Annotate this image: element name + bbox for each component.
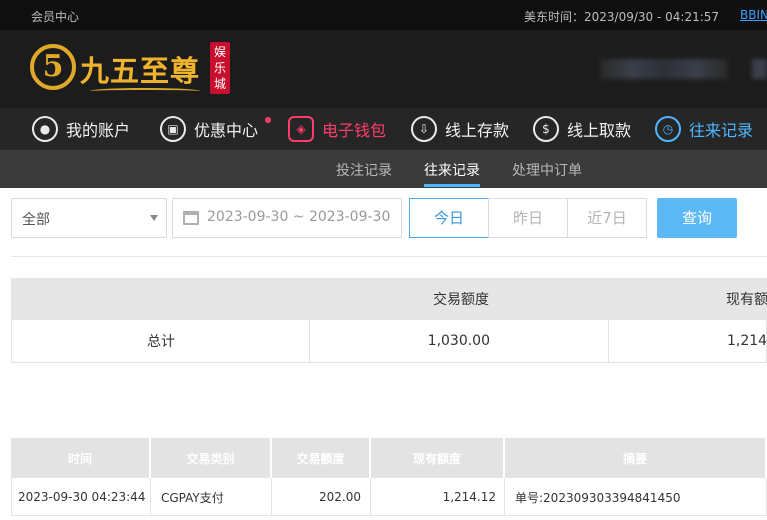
wallet-icon: ◈ (288, 116, 314, 142)
summary-total-amount: 1,030.00 (427, 333, 490, 349)
nav-transaction-records[interactable]: ◷ 往来记录 (655, 108, 753, 150)
col-amount: 交易额度 (272, 438, 371, 478)
nav-e-wallet[interactable]: ◈ 电子钱包 (288, 108, 386, 150)
nav-online-withdraw[interactable]: $ 线上取款 (533, 108, 631, 150)
yesterday-button[interactable]: 昨日 (488, 198, 568, 238)
summary-table: 交易额度 现有额度 总计 1,030.00 1,214.12 (11, 278, 767, 363)
col-balance: 现有额度 (371, 438, 505, 478)
tab-bet-records[interactable]: 投注记录 (336, 160, 392, 180)
logo-name: 九五至尊 (80, 54, 201, 88)
today-button[interactable]: 今日 (409, 198, 489, 238)
bbin-link[interactable]: BBIN (740, 8, 767, 22)
withdraw-icon: $ (533, 116, 559, 142)
table-row: 2023-09-30 04:23:44 CGPAY支付 202.00 1,214… (11, 478, 767, 516)
top-bar: 会员中心 美东时间：2023/09/30 - 04:21:57 BBIN (0, 0, 767, 30)
cell-memo: 单号:202309303394841450 (505, 478, 767, 516)
cell-balance: 1,214.12 (371, 478, 505, 516)
site-header: 5 九五至尊 娱乐城 (0, 30, 767, 108)
member-center-label: 会员中心 (31, 10, 80, 24)
redacted-username (600, 59, 728, 79)
sub-nav: 投注记录 往来记录 处理中订单 (0, 150, 767, 188)
date-range-value: 2023-09-30 ~ 2023-09-30 (207, 209, 391, 225)
summary-header-balance: 现有额度 (726, 292, 767, 308)
summary-total-label: 总计 (147, 334, 175, 350)
cell-amount: 202.00 (272, 478, 371, 516)
col-type: 交易类别 (151, 438, 272, 478)
col-time: 时间 (11, 438, 151, 478)
records-table: 时间 交易类别 交易额度 现有额度 摘要 2023-09-30 04:23:44… (11, 438, 767, 516)
type-select-value: 全部 (22, 212, 50, 228)
cell-type: CGPAY支付 (151, 478, 272, 516)
logo-emblem: 5 (30, 44, 76, 90)
nav-my-account[interactable]: ● 我的账户 (32, 108, 130, 150)
nav-label: 线上取款 (567, 121, 632, 140)
nav-online-deposit[interactable]: ⇩ 线上存款 (411, 108, 509, 150)
logo-badge: 娱乐城 (210, 42, 230, 94)
records-header: 时间 交易类别 交易额度 现有额度 摘要 (11, 438, 767, 478)
chevron-down-icon (150, 215, 158, 221)
summary-header-amount: 交易额度 (433, 292, 489, 308)
server-time: 美东时间：2023/09/30 - 04:21:57 (524, 10, 720, 24)
records-icon: ◷ (655, 116, 681, 142)
calendar-icon (183, 211, 199, 225)
logo-ornament (90, 88, 200, 94)
last-7-days-button[interactable]: 近7日 (567, 198, 647, 238)
nav-label: 线上存款 (445, 121, 510, 140)
main-nav: ● 我的账户 ▣ 优惠中心 ◈ 电子钱包 ⇩ 线上存款 $ 线上取款 ◷ 往来记… (0, 108, 767, 150)
site-logo[interactable]: 5 九五至尊 娱乐城 (30, 42, 240, 100)
date-range-input[interactable]: 2023-09-30 ~ 2023-09-30 (172, 198, 402, 238)
summary-header-blank (11, 278, 309, 320)
type-select[interactable]: 全部 (11, 198, 167, 238)
notification-dot (265, 117, 271, 123)
col-memo: 摘要 (505, 438, 767, 478)
nav-label: 电子钱包 (322, 121, 387, 140)
tab-transaction-records[interactable]: 往来记录 (424, 160, 480, 180)
active-tab-indicator (424, 184, 480, 187)
gift-icon: ▣ (160, 116, 186, 142)
user-icon: ● (32, 116, 58, 142)
summary-row: 总计 1,030.00 1,214.12 (11, 320, 767, 363)
nav-label: 优惠中心 (194, 121, 259, 140)
search-button[interactable]: 查询 (657, 198, 737, 238)
divider (11, 256, 767, 257)
summary-total-balance: 1,214.12 (727, 333, 767, 349)
deposit-icon: ⇩ (411, 116, 437, 142)
cell-time: 2023-09-30 04:23:44 (11, 478, 151, 516)
nav-label: 我的账户 (66, 121, 131, 140)
nav-promotions[interactable]: ▣ 优惠中心 (160, 108, 258, 150)
redacted-info (752, 59, 767, 79)
tab-pending-orders[interactable]: 处理中订单 (512, 160, 582, 180)
nav-label: 往来记录 (689, 121, 754, 140)
summary-header: 交易额度 现有额度 (11, 278, 767, 320)
